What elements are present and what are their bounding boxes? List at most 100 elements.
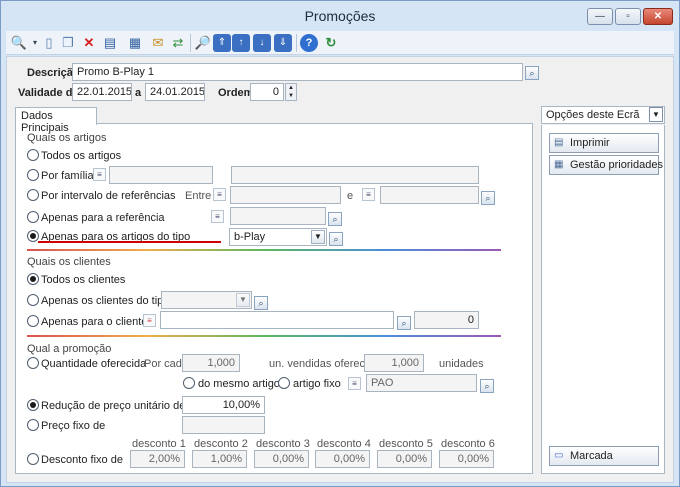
copy-icon[interactable]: ❐ [59, 34, 77, 52]
marker-icon: ▭ [554, 450, 564, 461]
sync-icon[interactable]: ↻ [322, 34, 340, 52]
familia-desc-input [231, 166, 479, 184]
imprimir-button[interactable]: ▤ Imprimir [549, 133, 659, 153]
radio-artigo-fixo[interactable] [278, 377, 290, 389]
delete-icon[interactable]: ✕ [80, 34, 98, 52]
desconto-2-input[interactable]: 1,00% [192, 450, 247, 468]
list-icon[interactable]: ≡ [93, 168, 106, 181]
section-divider [27, 335, 501, 337]
lookup-icon[interactable]: ⌕ [254, 296, 268, 310]
section-divider [27, 249, 501, 251]
radio-desconto-fixo[interactable] [27, 453, 39, 465]
list-icon[interactable]: ≡ [348, 377, 361, 390]
chevron-down-icon[interactable]: ▼ [649, 107, 663, 122]
desconto-1-input[interactable]: 2,00% [130, 450, 185, 468]
email-icon[interactable]: ✉ [149, 34, 167, 52]
window: Promoções — ▫ ✕ 🔍 ▾ ▯ ❐ ✕ ▤ ▦ ✉ ⇄ 🔎 ⇑ ↑ … [0, 0, 680, 487]
preco-fixo-input[interactable] [182, 416, 265, 434]
oferece-input[interactable]: 1,000 [364, 354, 424, 372]
side-panel-header[interactable]: Opções deste Ecrã [541, 106, 665, 124]
close-button[interactable]: ✕ [643, 8, 673, 25]
artigo-fixo-input[interactable]: PAO [366, 374, 477, 392]
previous-record-icon[interactable]: ↑ [232, 34, 250, 52]
mesmo-artigo-label: do mesmo artigo [198, 378, 280, 390]
cliente-input[interactable] [160, 311, 394, 329]
cliente-label: Apenas para o cliente [41, 316, 148, 328]
tipo-artigo-value: b-Play [234, 231, 266, 243]
last-record-icon[interactable]: ⇓ [274, 34, 292, 52]
promocao-section-title: Qual a promoção [27, 343, 112, 355]
tipo-artigo-select[interactable]: b-Play ▼ [229, 228, 327, 246]
lookup-icon[interactable]: ⌕ [328, 212, 342, 226]
validade-to-input[interactable]: 24.01.2015 [145, 83, 205, 101]
por-cada-input[interactable]: 1,000 [182, 354, 240, 372]
desconto-2-label: desconto 2 [194, 438, 248, 450]
maximize-button[interactable]: ▫ [615, 8, 641, 25]
desconto-1-label: desconto 1 [132, 438, 186, 450]
preco-fixo-label: Preço fixo de [41, 420, 106, 432]
lookup-icon[interactable]: ⌕ [480, 379, 494, 393]
desconto-6-input[interactable]: 0,00% [439, 450, 494, 468]
lookup-icon[interactable]: ⌕ [481, 191, 495, 205]
reducao-input[interactable]: 10,00% [182, 396, 265, 414]
desconto-5-input[interactable]: 0,00% [377, 450, 432, 468]
lookup-icon[interactable]: ⌕ [329, 232, 343, 246]
un-vendidas-label: un. vendidas oferece [269, 358, 372, 370]
list-icon[interactable]: ≡ [213, 188, 226, 201]
radio-todos-clientes[interactable] [27, 273, 39, 285]
chevron-down-icon[interactable]: ▼ [311, 230, 325, 244]
toolbar: 🔍 ▾ ▯ ❐ ✕ ▤ ▦ ✉ ⇄ 🔎 ⇑ ↑ ↓ ⇓ ? ↻ [6, 31, 674, 55]
validade-from-input[interactable]: 22.01.2015 [72, 83, 132, 101]
intervalo-label: Por intervalo de referências [41, 190, 176, 202]
desconto-4-label: desconto 4 [317, 438, 371, 450]
radio-intervalo[interactable] [27, 189, 39, 201]
unidades-label: unidades [439, 358, 484, 370]
new-document-icon[interactable]: ▯ [40, 34, 58, 52]
descricao-input[interactable]: Promo B-Play 1 [72, 63, 523, 81]
marcada-button[interactable]: ▭ Marcada [549, 446, 659, 466]
quantidade-label: Quantidade oferecida [41, 358, 147, 370]
intervalo-from-input[interactable] [230, 186, 341, 204]
first-record-icon[interactable]: ⇑ [213, 34, 231, 52]
list-icon[interactable]: ≡ [143, 314, 156, 327]
radio-cliente[interactable] [27, 315, 39, 327]
gestao-prioridades-button[interactable]: ▦ Gestão prioridades [549, 155, 663, 175]
reducao-label: Redução de preço unitário de [41, 400, 186, 412]
desconto-3-input[interactable]: 0,00% [254, 450, 309, 468]
radio-todos-artigos[interactable] [27, 149, 39, 161]
properties-icon[interactable]: ▤ [101, 34, 119, 52]
radio-por-familia[interactable] [27, 169, 39, 181]
refresh-icon[interactable]: ⇄ [169, 34, 187, 52]
lookup-icon[interactable]: ⌕ [525, 66, 539, 80]
radio-preco-fixo[interactable] [27, 419, 39, 431]
ordem-label: Ordem [218, 87, 254, 99]
desconto-4-input[interactable]: 0,00% [315, 450, 370, 468]
minimize-button[interactable]: — [587, 8, 613, 25]
tipo-cliente-select[interactable]: ▼ [161, 291, 252, 309]
radio-referencia[interactable] [27, 211, 39, 223]
tab-dados-principais[interactable]: Dados Principais [15, 107, 97, 134]
por-familia-label: Por família [41, 170, 94, 182]
ordem-spinner[interactable]: ▲ ▼ [285, 83, 297, 101]
gestao-label: Gestão prioridades [570, 159, 663, 171]
chevron-down-icon[interactable]: ▼ [236, 293, 250, 307]
grid-icon[interactable]: ▦ [126, 34, 144, 52]
next-record-icon[interactable]: ↓ [253, 34, 271, 52]
list-icon[interactable]: ≡ [362, 188, 375, 201]
lookup-icon[interactable]: ⌕ [397, 316, 411, 330]
referencia-input[interactable] [230, 207, 326, 225]
preview-icon[interactable]: 🔎 [194, 34, 212, 52]
help-icon[interactable]: ? [300, 34, 318, 52]
ordem-input[interactable]: 0 [250, 83, 284, 101]
radio-quantidade[interactable] [27, 357, 39, 369]
intervalo-to-input[interactable] [380, 186, 479, 204]
familia-input[interactable] [109, 166, 213, 184]
radio-mesmo-artigo[interactable] [183, 377, 195, 389]
cliente-number-input: 0 [414, 311, 479, 329]
referencia-label: Apenas para a referência [41, 212, 165, 224]
radio-reducao[interactable] [27, 399, 39, 411]
list-icon[interactable]: ≡ [211, 210, 224, 223]
side-panel-title: Opções deste Ecrã [546, 109, 640, 121]
entre-label: Entre [185, 190, 212, 202]
radio-tipo-clientes[interactable] [27, 294, 39, 306]
